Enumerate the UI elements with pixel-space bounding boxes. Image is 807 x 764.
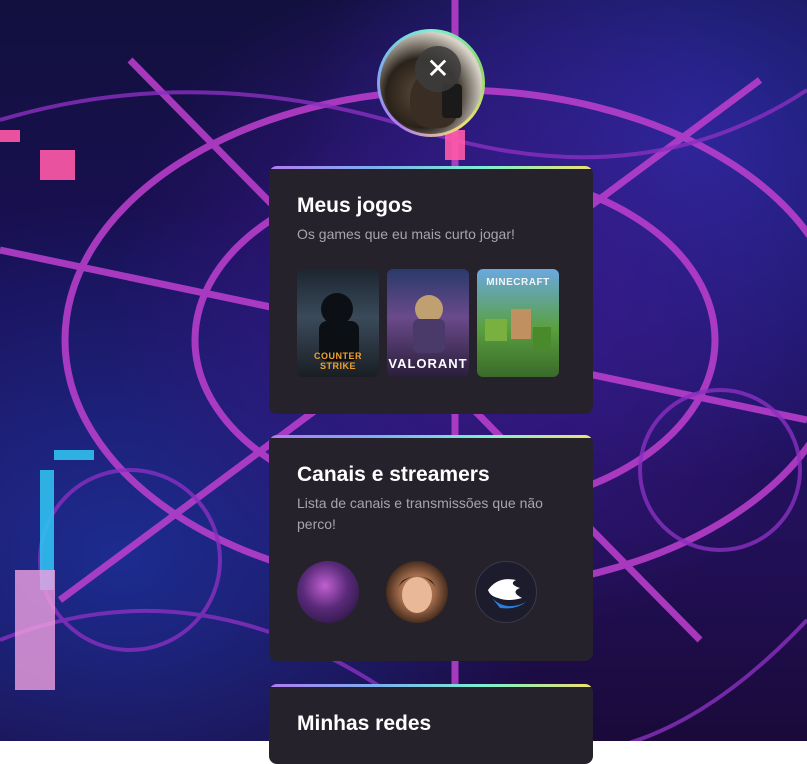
streamers-card-title: Canais e streamers [297, 463, 490, 486]
streamer-avatar-2[interactable] [386, 561, 448, 623]
networks-card-title: Minhas redes [297, 712, 432, 735]
streamer-avatar-3[interactable] [475, 561, 537, 623]
games-card: Meus jogos Os games que eu mais curto jo… [269, 166, 593, 414]
streamer-avatar-1[interactable] [297, 561, 359, 623]
close-icon: ✕ [426, 52, 450, 85]
streamers-card-subtitle: Lista de canais e transmissões que não p… [297, 495, 543, 532]
game-label: VALORANT [388, 356, 468, 371]
networks-card: Minhas redes [269, 684, 593, 764]
games-card-subtitle: Os games que eu mais curto jogar! [297, 226, 515, 242]
wing-logo-icon [488, 579, 526, 609]
streamers-list [297, 561, 565, 623]
games-list: COUNTER STRIKE VALORANT MINECRAFT [297, 269, 565, 377]
counter-strike-cover-icon[interactable]: COUNTER STRIKE [297, 269, 379, 377]
streamers-card: Canais e streamers Lista de canais e tra… [269, 435, 593, 661]
minecraft-cover-icon[interactable]: MINECRAFT [477, 269, 559, 377]
close-button[interactable]: ✕ [415, 46, 461, 92]
streamer-2-face [398, 576, 436, 613]
game-label: MINECRAFT [486, 277, 550, 288]
game-label: COUNTER STRIKE [314, 351, 362, 371]
games-card-title: Meus jogos [297, 194, 413, 217]
valorant-cover-icon[interactable]: VALORANT [387, 269, 469, 377]
